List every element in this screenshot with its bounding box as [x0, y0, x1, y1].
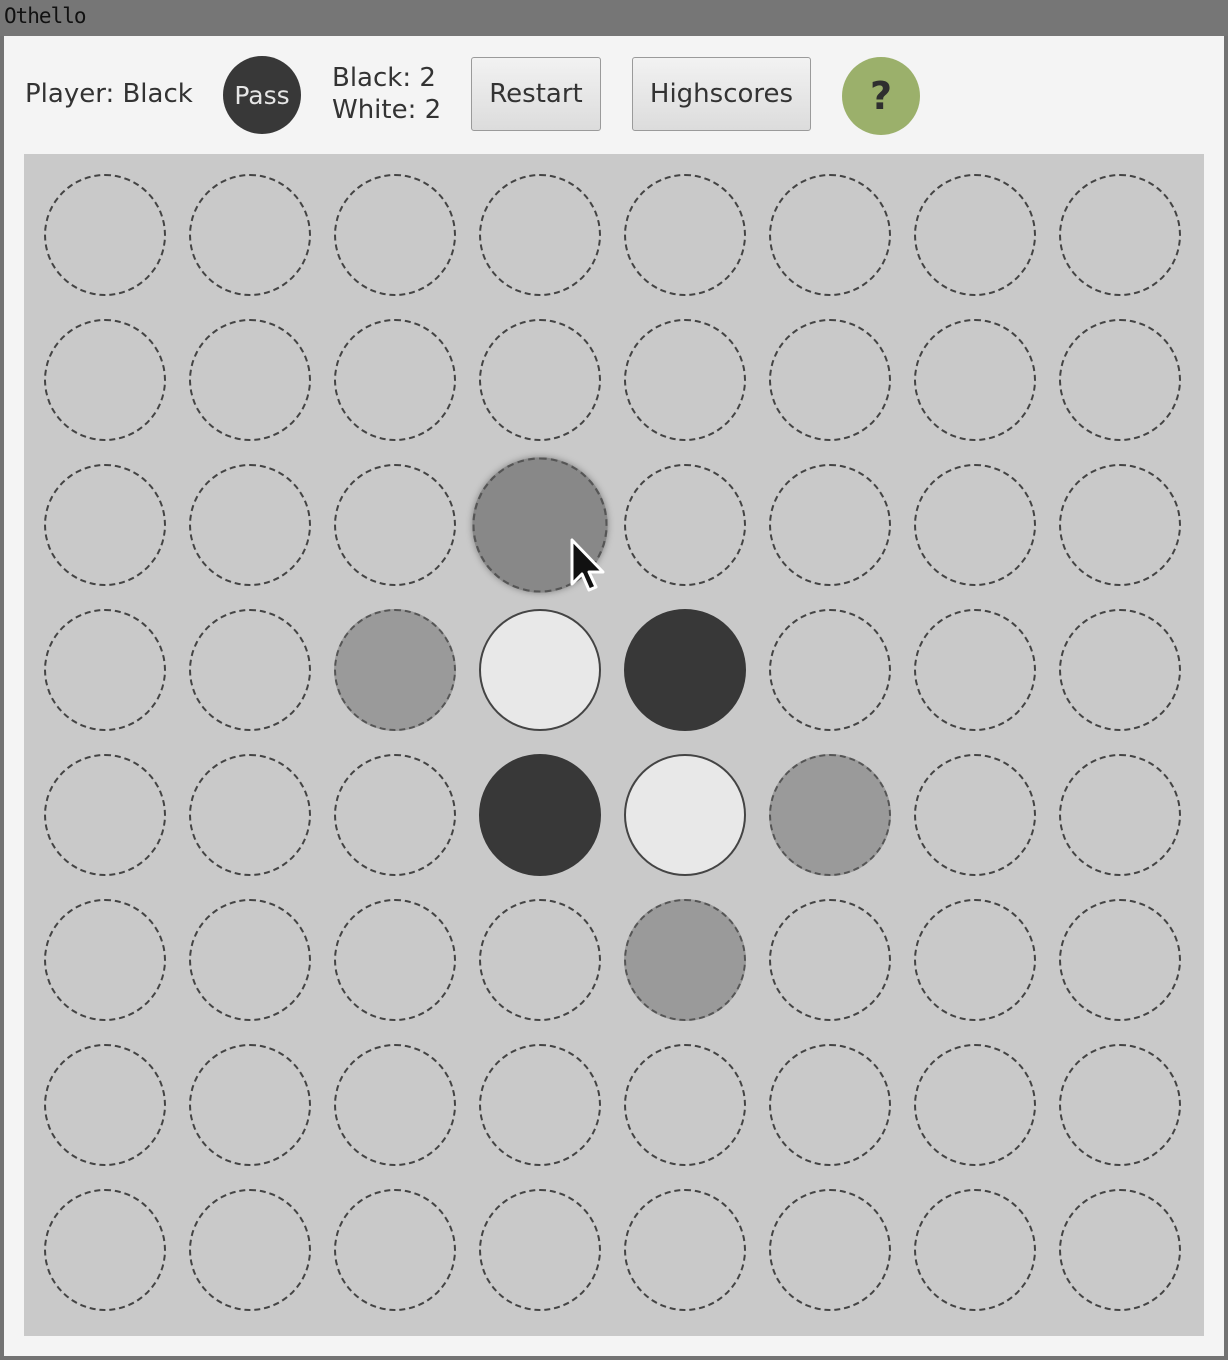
board-cell[interactable] [189, 609, 311, 731]
board-cell[interactable] [189, 1044, 311, 1166]
white-score: White: 2 [332, 95, 442, 125]
valid-move-hint[interactable] [334, 609, 456, 731]
board-cell[interactable] [334, 174, 456, 296]
board-cell[interactable] [1059, 174, 1181, 296]
board-cell[interactable] [1059, 464, 1181, 586]
board-cell[interactable] [1059, 899, 1181, 1021]
board-cell[interactable] [189, 899, 311, 1021]
board-cell[interactable] [44, 1189, 166, 1311]
window-title: Othello [4, 4, 87, 28]
board-cell[interactable] [914, 609, 1036, 731]
board-cell[interactable] [1059, 609, 1181, 731]
board-cell[interactable] [914, 174, 1036, 296]
board-cell[interactable] [914, 899, 1036, 1021]
board-cell[interactable] [479, 319, 601, 441]
board-cell[interactable] [914, 754, 1036, 876]
title-bar: Othello [0, 0, 1228, 36]
board-cell[interactable] [1059, 1044, 1181, 1166]
board-cell[interactable] [334, 1044, 456, 1166]
board-cell[interactable] [334, 1189, 456, 1311]
board-cell[interactable] [44, 319, 166, 441]
board-cell[interactable] [44, 464, 166, 586]
board-cell[interactable] [479, 1044, 601, 1166]
board-cell[interactable] [914, 1044, 1036, 1166]
score-display: Black: 2 White: 2 [332, 62, 441, 126]
board-cell[interactable] [624, 174, 746, 296]
black-score: Black: 2 [332, 63, 436, 93]
board-cell[interactable] [44, 899, 166, 1021]
board-cell[interactable] [914, 319, 1036, 441]
valid-move-hint[interactable] [769, 754, 891, 876]
board-cell[interactable] [44, 754, 166, 876]
board-cell[interactable] [189, 1189, 311, 1311]
board-cell[interactable] [624, 319, 746, 441]
board-cell[interactable] [189, 319, 311, 441]
board-cell[interactable] [44, 174, 166, 296]
board-cell[interactable] [334, 319, 456, 441]
highscores-button[interactable]: Highscores [632, 57, 811, 131]
board-cell[interactable] [1059, 319, 1181, 441]
board-cell[interactable] [1059, 754, 1181, 876]
white-disc[interactable] [479, 609, 601, 731]
board-cell[interactable] [914, 1189, 1036, 1311]
current-player-label: Player: Black [25, 79, 193, 109]
white-disc[interactable] [624, 754, 746, 876]
toolbar: Player: Black Pass Black: 2 White: 2 Res… [4, 36, 1224, 154]
game-window: Player: Black Pass Black: 2 White: 2 Res… [4, 36, 1224, 1356]
help-button[interactable]: ? [842, 57, 920, 135]
board-cell[interactable] [479, 899, 601, 1021]
board-cell[interactable] [769, 174, 891, 296]
board-cell[interactable] [624, 1189, 746, 1311]
board-cell[interactable] [769, 1044, 891, 1166]
board-cell[interactable] [189, 464, 311, 586]
board-cell[interactable] [914, 464, 1036, 586]
board-cell[interactable] [479, 1189, 601, 1311]
board-cell[interactable] [189, 174, 311, 296]
board-cell[interactable] [769, 899, 891, 1021]
board-cell[interactable] [334, 899, 456, 1021]
valid-move-hint[interactable] [624, 899, 746, 1021]
board-cell[interactable] [1059, 1189, 1181, 1311]
valid-move-hint[interactable] [472, 457, 608, 593]
board-cell[interactable] [44, 1044, 166, 1166]
board-cell[interactable] [624, 1044, 746, 1166]
game-board [24, 154, 1204, 1336]
black-disc[interactable] [624, 609, 746, 731]
board-cell[interactable] [479, 174, 601, 296]
board-cell[interactable] [44, 609, 166, 731]
board-cell[interactable] [334, 754, 456, 876]
board-cell[interactable] [769, 464, 891, 586]
pass-button[interactable]: Pass [223, 56, 301, 134]
board-cell[interactable] [769, 319, 891, 441]
board-cell[interactable] [189, 754, 311, 876]
board-cell[interactable] [769, 1189, 891, 1311]
board-cell[interactable] [334, 464, 456, 586]
board-cell[interactable] [624, 464, 746, 586]
restart-button[interactable]: Restart [471, 57, 601, 131]
board-cell[interactable] [769, 609, 891, 731]
black-disc[interactable] [479, 754, 601, 876]
